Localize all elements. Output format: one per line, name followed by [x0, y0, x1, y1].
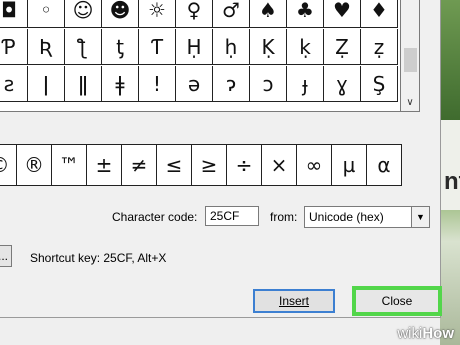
- symbol-cell[interactable]: ♠: [250, 0, 287, 28]
- recent-symbol-cell[interactable]: ±: [87, 144, 122, 186]
- recent-symbol-cell[interactable]: ∞: [297, 144, 332, 186]
- symbol-cell[interactable]: ɟ: [287, 66, 324, 102]
- from-selected-value: Unicode (hex): [309, 210, 384, 224]
- symbol-cell[interactable]: ǀ: [28, 66, 65, 102]
- screen: nt ◘◦☺☻☼♀♂♠♣♥♦ ƤƦƪƫƬḤḥḲḳẒẓ ƨǀǁǂǃǝɂɔɟɣŞ ∨ ©…: [0, 0, 460, 345]
- symbol-cell[interactable]: Ş: [361, 66, 398, 102]
- symbol-cell[interactable]: ƫ: [102, 29, 139, 65]
- character-code-input[interactable]: 25CF: [205, 206, 259, 226]
- from-label: from:: [270, 210, 298, 224]
- chevron-down-icon[interactable]: ▼: [411, 207, 429, 227]
- symbol-cell[interactable]: ♀: [176, 0, 213, 28]
- insert-button[interactable]: Insert: [253, 289, 335, 313]
- symbol-cell[interactable]: ♂: [213, 0, 250, 28]
- symbol-cell[interactable]: ♥: [324, 0, 361, 28]
- symbol-cell[interactable]: Ẓ: [324, 29, 361, 65]
- symbol-cell[interactable]: ◘: [0, 0, 28, 28]
- background-text: nt: [444, 168, 460, 195]
- character-code-label: Character code:: [112, 210, 198, 224]
- symbol-cell[interactable]: ♦: [361, 0, 398, 28]
- symbol-cell[interactable]: ƪ: [65, 29, 102, 65]
- symbol-cell[interactable]: ǝ: [176, 66, 213, 102]
- insert-button-label: Insert: [278, 294, 309, 308]
- symbol-cell[interactable]: ƨ: [0, 66, 28, 102]
- wikihow-watermark: wikiHow: [397, 325, 454, 342]
- symbol-cell[interactable]: ☺: [65, 0, 102, 28]
- symbol-cell[interactable]: ɂ: [213, 66, 250, 102]
- symbol-cell[interactable]: ☼: [139, 0, 176, 28]
- from-select[interactable]: Unicode (hex) ▼: [304, 206, 430, 228]
- symbol-cell[interactable]: Ƭ: [139, 29, 176, 65]
- symbol-cell[interactable]: ḥ: [213, 29, 250, 65]
- symbol-cell[interactable]: Ḳ: [250, 29, 287, 65]
- watermark-wiki: wiki: [397, 325, 423, 342]
- symbol-cell[interactable]: ☻: [102, 0, 139, 28]
- recent-symbol-cell[interactable]: α: [367, 144, 402, 186]
- symbol-cell[interactable]: ◦: [28, 0, 65, 28]
- recent-symbol-cell[interactable]: ©: [0, 144, 17, 186]
- recent-symbol-cell[interactable]: ÷: [227, 144, 262, 186]
- symbol-cell[interactable]: ǁ: [65, 66, 102, 102]
- recent-symbol-cell[interactable]: ≥: [192, 144, 227, 186]
- recent-symbol-cell[interactable]: ®: [17, 144, 52, 186]
- recent-symbol-cell[interactable]: ≠: [122, 144, 157, 186]
- symbol-cell[interactable]: Ƥ: [0, 29, 28, 65]
- recent-symbol-cell[interactable]: ×: [262, 144, 297, 186]
- close-button[interactable]: Close: [352, 286, 442, 316]
- shortcut-key-text: Shortcut key: 25CF, Alt+X: [30, 251, 167, 265]
- recent-symbol-cell[interactable]: ™: [52, 144, 87, 186]
- character-grid: ◘ ◦ ☺ ☻ ☼ ♀ ♂ ♠ ♣ ♥ ♦ Ƥ Ʀƪ ƫ Ƭ Ḥḥ Ḳḳ Ẓẓ ƨ ǀ ǁ ǂ ǃ ǝ ɂ ɔ ɟ ɣ Ş: [0, 0, 401, 112]
- watermark-how: How: [422, 325, 454, 342]
- symbol-cell[interactable]: ḳ: [287, 29, 324, 65]
- symbol-cell[interactable]: ǃ: [139, 66, 176, 102]
- symbol-cell[interactable]: Ʀ: [28, 29, 65, 65]
- grid-scrollbar[interactable]: ∨: [401, 0, 420, 112]
- shortcut-key-button[interactable]: ...: [0, 245, 12, 267]
- symbol-cell[interactable]: ♣: [287, 0, 324, 28]
- scroll-down-icon[interactable]: ∨: [401, 95, 419, 109]
- recent-symbol-cell[interactable]: µ: [332, 144, 367, 186]
- scroll-thumb[interactable]: [404, 48, 417, 72]
- symbol-cell[interactable]: ɣ: [324, 66, 361, 102]
- symbol-cell[interactable]: Ḥ: [176, 29, 213, 65]
- symbol-cell[interactable]: ẓ: [361, 29, 398, 65]
- recent-symbol-cell[interactable]: ≤: [157, 144, 192, 186]
- symbol-cell[interactable]: ǂ: [102, 66, 139, 102]
- symbol-cell[interactable]: ɔ: [250, 66, 287, 102]
- recent-characters-row: ©®™±≠≤≥÷×∞µα: [0, 144, 410, 186]
